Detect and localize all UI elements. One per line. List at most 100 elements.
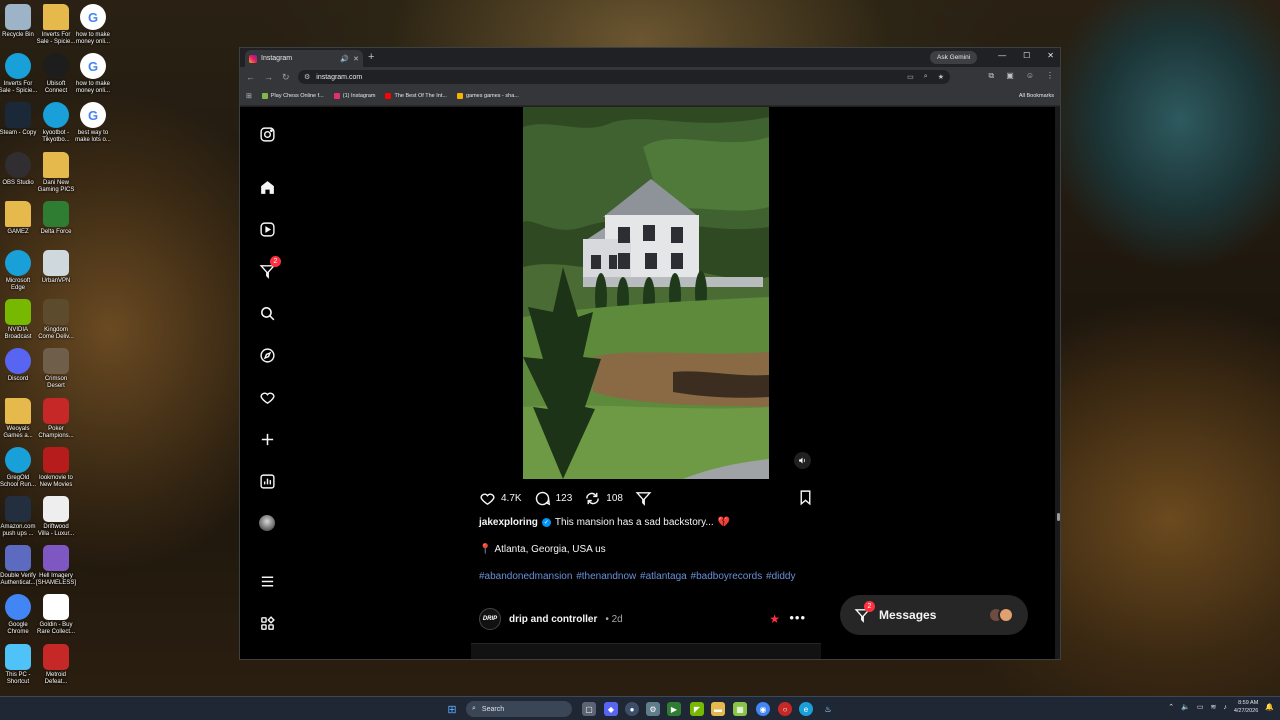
opera-icon[interactable]: ○ [778, 702, 792, 716]
tab-instagram[interactable]: Instagram 🔊 ✕ [245, 50, 363, 67]
desktop-icon[interactable]: UrbanVPN [34, 250, 78, 285]
discord-icon [5, 348, 31, 375]
next-post-username[interactable]: drip and controller [509, 614, 597, 625]
bookmark-youtube[interactable]: The Best Of The Int... [385, 93, 447, 99]
taskbar-search[interactable]: ⌕ Search [466, 701, 572, 717]
edge-icon[interactable]: e [799, 702, 813, 716]
desktop-icon[interactable]: Ghow to make money onli... [71, 53, 115, 95]
home-icon[interactable] [258, 178, 276, 196]
document-icon [43, 496, 69, 522]
apps-icon[interactable]: ⊞ [246, 92, 252, 100]
share-button[interactable] [635, 490, 652, 507]
profile-avatar[interactable] [258, 514, 276, 532]
address-bar[interactable]: ⚙ instagram.com ▭ ⌕ ★ [298, 70, 950, 84]
zoom-icon[interactable]: ⌕ [924, 73, 928, 81]
dashboard-icon[interactable] [258, 472, 276, 490]
chevron-up-icon[interactable]: ⌃ [1168, 703, 1174, 711]
reload-icon[interactable]: ↻ [282, 72, 290, 83]
next-post-media[interactable] [471, 643, 821, 659]
save-button[interactable] [797, 489, 814, 511]
desktop-icon[interactable]: Driftwood Villa - Luxur... [34, 496, 78, 538]
instagram-favicon-icon [333, 93, 340, 99]
edge-icon [43, 102, 69, 129]
search-icon[interactable] [258, 304, 276, 322]
maximize-icon[interactable]: ☐ [1023, 51, 1030, 60]
windows-start-icon[interactable]: ⊞ [445, 702, 459, 716]
shield-icon[interactable]: ◆ [604, 702, 618, 716]
bookmark-star-icon[interactable]: ★ [938, 73, 944, 81]
clock[interactable]: 8:59 AM 4/27/2026 [1234, 699, 1258, 715]
nvidia-icon[interactable]: ◤ [690, 702, 704, 716]
notification-bell-icon[interactable]: 🔔 [1265, 703, 1274, 711]
chrome-icon[interactable]: ◉ [756, 702, 770, 716]
desktop-icon[interactable]: lookmovie to New Movies [34, 446, 78, 489]
desktop-icon[interactable]: Ghow to make money onli... [71, 4, 115, 46]
post-video[interactable] [471, 107, 821, 479]
star-icon[interactable]: ★ [769, 612, 780, 626]
back-icon[interactable]: ← [246, 72, 255, 82]
play-icon[interactable]: ▶ [667, 702, 681, 716]
forward-icon[interactable]: → [264, 72, 273, 82]
minimize-icon[interactable]: — [998, 51, 1006, 60]
desktop-icon[interactable]: Poker Champions... [34, 397, 78, 440]
battery-icon[interactable]: ▭ [1197, 703, 1204, 711]
task-view-icon[interactable]: ▢ [582, 702, 596, 716]
obs-icon[interactable]: ● [625, 702, 639, 716]
wifi-icon[interactable]: ≋ [1210, 703, 1216, 711]
folder-icon[interactable]: ▬ [711, 702, 725, 716]
steam-icon[interactable]: ♨ [821, 702, 835, 716]
more-options-icon[interactable]: ••• [789, 610, 806, 625]
desktop-icon[interactable]: Delta Force [34, 200, 78, 236]
desktop-icon[interactable]: Metroid Defeat... [34, 643, 78, 686]
speaker-icon[interactable]: 🔈 [1181, 703, 1190, 711]
avatar[interactable]: DRIP [479, 608, 501, 630]
desktop-icon-label: best way to make lots o... [75, 130, 111, 144]
desktop-icon[interactable]: Gbest way to make lots o... [71, 102, 115, 144]
create-icon[interactable] [258, 430, 276, 448]
also-from-meta-icon[interactable] [258, 614, 276, 632]
bookmark-instagram[interactable]: (1) Instagram [333, 93, 375, 99]
volume-icon[interactable] [794, 452, 811, 469]
scrollbar-thumb[interactable] [1057, 513, 1060, 521]
speaker-icon[interactable]: 🔊 [340, 55, 349, 63]
repost-button[interactable]: 108 [584, 490, 623, 507]
explore-icon[interactable] [258, 346, 276, 364]
close-window-icon[interactable]: ✕ [1047, 51, 1054, 60]
new-tab-button[interactable]: + [368, 51, 374, 63]
desktop-icon[interactable]: Goldin - Buy Rare Collect... [34, 594, 78, 636]
desktop-icon[interactable]: Dani New Gaming PICS [34, 151, 78, 194]
all-bookmarks[interactable]: All Bookmarks [1019, 93, 1054, 99]
like-count: 4.7K [501, 492, 522, 504]
messages-button[interactable]: 2 Messages [840, 595, 1028, 635]
bookmark-games[interactable]: games games - sha... [456, 93, 519, 99]
desktop-icon[interactable]: Hell Imagery [SHAMELESS] [34, 545, 78, 587]
page-scrollbar[interactable] [1055, 107, 1060, 659]
gear-icon[interactable]: ⚙ [646, 702, 660, 716]
desktop-icon[interactable]: Kingdom Come Deliv... [34, 299, 78, 341]
close-tab-icon[interactable]: ✕ [353, 55, 359, 63]
reels-icon[interactable] [258, 220, 276, 238]
ask-gemini-button[interactable]: Ask Gemini [930, 51, 978, 64]
extensions-icon[interactable]: ⧉ [989, 71, 995, 81]
desktop-icon-label: how to make money onli... [75, 32, 111, 45]
sidepanel-icon[interactable]: ▣ [1006, 71, 1014, 81]
more-menu-icon[interactable] [258, 572, 276, 590]
edge-icon [5, 53, 31, 80]
notifications-icon[interactable]: 2 [258, 256, 281, 280]
cast-icon[interactable]: ▭ [907, 73, 914, 81]
volume-icon[interactable]: ♪ [1223, 704, 1227, 711]
desktop-icon[interactable]: Crimson Desert [34, 348, 78, 390]
site-info-icon[interactable]: ⚙ [304, 73, 310, 81]
post-location[interactable]: 📍 Atlanta, Georgia, USA us [479, 544, 606, 555]
post-username[interactable]: jakexploring [479, 517, 538, 528]
instagram-logo-icon[interactable] [258, 125, 276, 143]
heart-icon[interactable] [258, 388, 276, 406]
menu-icon[interactable]: ⋮ [1046, 71, 1054, 81]
store-icon[interactable]: ▦ [733, 702, 747, 716]
profile-icon[interactable]: ☺ [1026, 71, 1034, 81]
post-hashtags[interactable]: #abandonedmansion #thenandnow #atlantaga… [479, 571, 795, 582]
comment-button[interactable]: 123 [534, 490, 572, 507]
bookmark-chess[interactable]: Play Chess Online f... [261, 93, 324, 99]
like-button[interactable]: 4.7K [479, 490, 522, 507]
lookmovie-icon [43, 446, 69, 473]
